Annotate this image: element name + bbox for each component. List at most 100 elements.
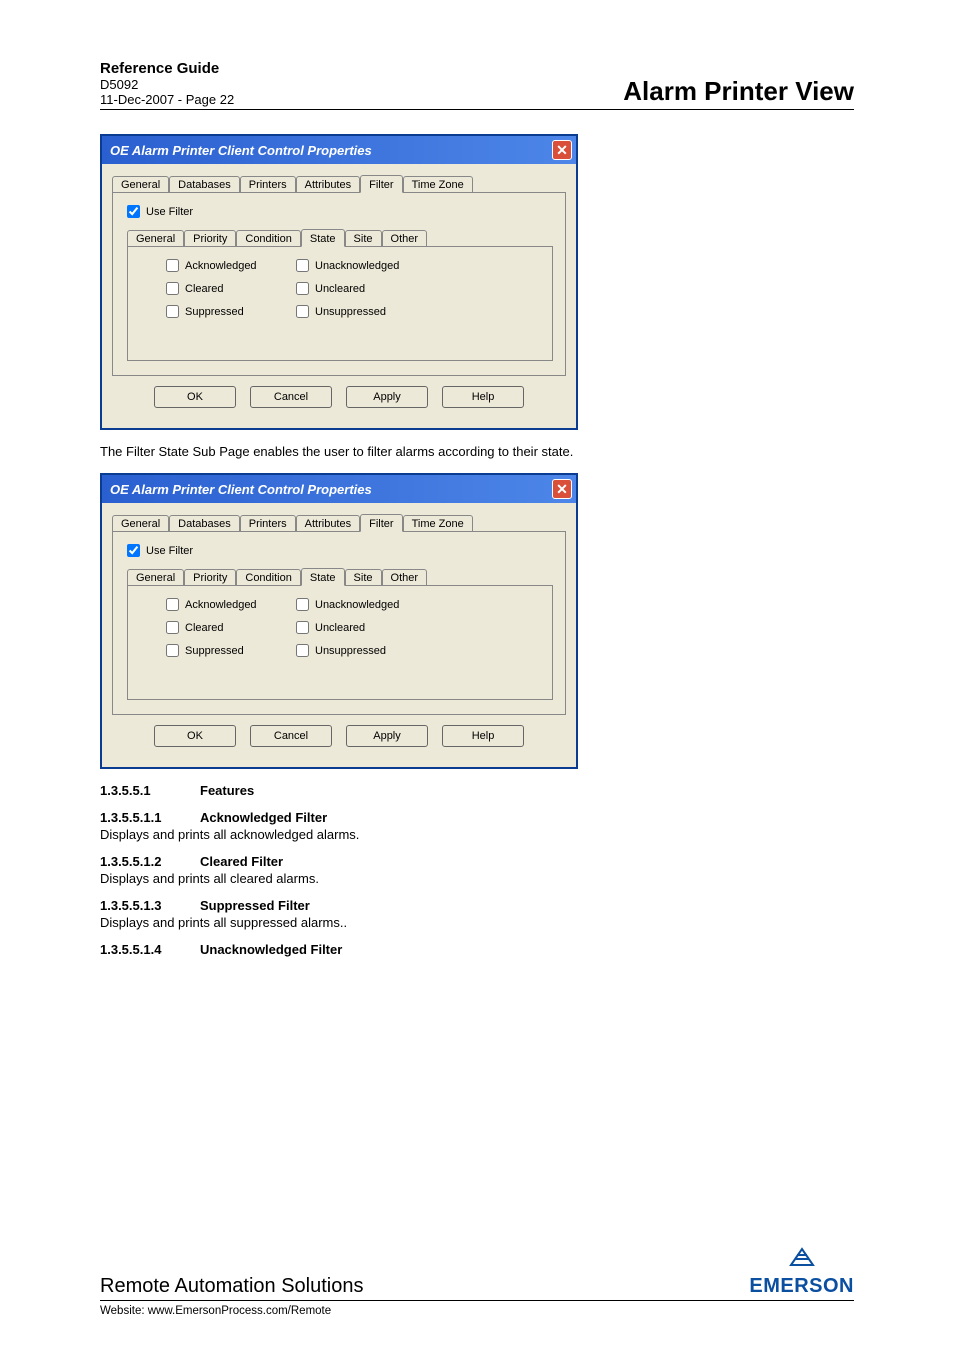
use-filter-checkbox[interactable]: Use Filter [127,205,193,218]
section-number: 1.3.5.5.1.2 [100,854,200,869]
header-left: Reference Guide D5092 11-Dec-2007 - Page… [100,60,234,107]
sub-tab-other[interactable]: Other [382,230,428,246]
state-checkbox-acknowledged[interactable]: Acknowledged [166,598,296,611]
state-checkbox-input-unsuppressed[interactable] [296,305,309,318]
main-tab-printers[interactable]: Printers [240,176,296,192]
state-checkbox-suppressed[interactable]: Suppressed [166,305,296,318]
state-checkbox-uncleared[interactable]: Uncleared [296,621,476,634]
sub-tab-general[interactable]: General [127,230,184,246]
main-tab-time-zone[interactable]: Time Zone [403,515,473,531]
use-filter-checkbox[interactable]: Use Filter [127,544,193,557]
sections: 1.3.5.5.1Features1.3.5.5.1.1Acknowledged… [100,783,854,957]
cancel-button[interactable]: Cancel [250,725,332,747]
state-checkbox-unsuppressed[interactable]: Unsuppressed [296,305,476,318]
main-tab-filter[interactable]: Filter [360,514,402,532]
section-heading: 1.3.5.5.1.2Cleared Filter [100,854,854,869]
dialog-title: OE Alarm Printer Client Control Properti… [110,482,372,497]
inner-area: GeneralPriorityConditionStateSiteOther A… [127,563,553,700]
section-heading: 1.3.5.5.1.1Acknowledged Filter [100,810,854,825]
sub-tab-general[interactable]: General [127,569,184,585]
sub-tab-priority[interactable]: Priority [184,569,236,585]
section-body: Displays and prints all cleared alarms. [100,871,854,886]
state-checkbox-label: Uncleared [315,283,365,295]
use-filter-label: Use Filter [146,545,193,557]
state-check-grid: Acknowledged UnacknowledgedCleared Unclear… [166,596,540,659]
close-icon[interactable]: ✕ [552,140,572,160]
sub-tab-state[interactable]: State [301,229,345,247]
state-checkbox-input-unacknowledged[interactable] [296,259,309,272]
sub-tabstrip: GeneralPriorityConditionStateSiteOther [127,224,553,246]
section-body: Displays and prints all suppressed alarm… [100,915,854,930]
use-filter-checkbox-input[interactable] [127,544,140,557]
dialog-titlebar: OE Alarm Printer Client Control Properti… [102,136,576,164]
main-tab-printers[interactable]: Printers [240,515,296,531]
main-tab-time-zone[interactable]: Time Zone [403,176,473,192]
state-checkbox-cleared[interactable]: Cleared [166,621,296,634]
section-title: Unacknowledged Filter [200,942,342,957]
sub-tab-condition[interactable]: Condition [236,569,300,585]
state-checkbox-input-suppressed[interactable] [166,305,179,318]
main-tab-filter[interactable]: Filter [360,175,402,193]
sub-tabpanel: Acknowledged UnacknowledgedCleared Unclear… [127,246,553,361]
close-icon[interactable]: ✕ [552,479,572,499]
help-button[interactable]: Help [442,725,524,747]
state-checkbox-suppressed[interactable]: Suppressed [166,644,296,657]
state-checkbox-input-suppressed[interactable] [166,644,179,657]
state-checkbox-input-uncleared[interactable] [296,621,309,634]
cancel-button[interactable]: Cancel [250,386,332,408]
sub-tab-condition[interactable]: Condition [236,230,300,246]
section-title: Features [200,783,254,798]
main-tab-general[interactable]: General [112,515,169,531]
state-checkbox-label: Acknowledged [185,260,257,272]
sub-tab-other[interactable]: Other [382,569,428,585]
sub-tab-site[interactable]: Site [345,230,382,246]
state-checkbox-cleared[interactable]: Cleared [166,282,296,295]
emerson-logo: EMERSON [749,1245,854,1298]
ok-button[interactable]: OK [154,386,236,408]
state-checkbox-uncleared[interactable]: Uncleared [296,282,476,295]
ok-button[interactable]: OK [154,725,236,747]
state-checkbox-label: Acknowledged [185,599,257,611]
use-filter-label: Use Filter [146,206,193,218]
sub-tab-priority[interactable]: Priority [184,230,236,246]
state-checkbox-input-cleared[interactable] [166,282,179,295]
state-checkbox-input-cleared[interactable] [166,621,179,634]
page-footer: Remote Automation Solutions EMERSON Webs… [100,1245,854,1317]
dialog-titlebar: OE Alarm Printer Client Control Properti… [102,475,576,503]
use-filter-checkbox-input[interactable] [127,205,140,218]
main-tab-attributes[interactable]: Attributes [296,515,360,531]
state-checkbox-label: Unsuppressed [315,306,386,318]
main-tabstrip: GeneralDatabasesPrintersAttributesFilter… [112,170,566,192]
dialog-2: OE Alarm Printer Client Control Properti… [100,473,578,769]
state-checkbox-acknowledged[interactable]: Acknowledged [166,259,296,272]
section-body: Displays and prints all acknowledged ala… [100,827,854,842]
state-checkbox-input-acknowledged[interactable] [166,259,179,272]
state-checkbox-input-uncleared[interactable] [296,282,309,295]
state-checkbox-input-acknowledged[interactable] [166,598,179,611]
main-tab-attributes[interactable]: Attributes [296,176,360,192]
dialog-body: GeneralDatabasesPrintersAttributesFilter… [102,503,576,767]
section-number: 1.3.5.5.1.4 [100,942,200,957]
state-checkbox-unsuppressed[interactable]: Unsuppressed [296,644,476,657]
state-checkbox-label: Uncleared [315,622,365,634]
sub-tab-site[interactable]: Site [345,569,382,585]
main-tabpanel: Use Filter GeneralPriorityConditionState… [112,192,566,376]
sub-tab-state[interactable]: State [301,568,345,586]
state-checkbox-input-unacknowledged[interactable] [296,598,309,611]
main-tab-databases[interactable]: Databases [169,176,240,192]
state-checkbox-unacknowledged[interactable]: Unacknowledged [296,259,476,272]
view-title: Alarm Printer View [623,76,854,107]
state-check-grid: Acknowledged UnacknowledgedCleared Unclear… [166,257,540,320]
main-tab-general[interactable]: General [112,176,169,192]
dialog-body: GeneralDatabasesPrintersAttributesFilter… [102,164,576,428]
section-number: 1.3.5.5.1.3 [100,898,200,913]
state-checkbox-input-unsuppressed[interactable] [296,644,309,657]
main-tab-databases[interactable]: Databases [169,515,240,531]
help-button[interactable]: Help [442,386,524,408]
state-checkbox-label: Unsuppressed [315,645,386,657]
state-checkbox-unacknowledged[interactable]: Unacknowledged [296,598,476,611]
apply-button[interactable]: Apply [346,725,428,747]
ref-guide-label: Reference Guide [100,60,234,77]
page-header: Reference Guide D5092 11-Dec-2007 - Page… [100,60,854,110]
apply-button[interactable]: Apply [346,386,428,408]
